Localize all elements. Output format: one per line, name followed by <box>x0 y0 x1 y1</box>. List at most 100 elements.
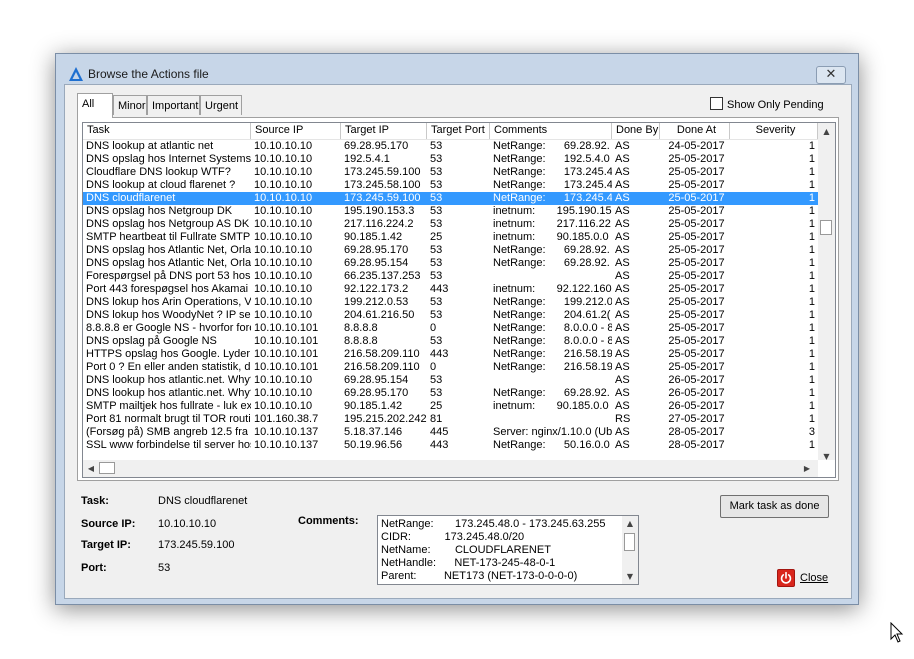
actions-window: Browse the Actions file ✕ All Minor Impo… <box>55 53 859 605</box>
comments-label: Comments: <box>298 515 359 527</box>
column-header-target-ip[interactable]: Target IP <box>341 123 427 139</box>
target-ip-cell: 50.19.96.56 <box>344 439 403 451</box>
column-header-target-port[interactable]: Target Port <box>427 123 490 139</box>
window-close-button[interactable]: ✕ <box>816 66 846 84</box>
table-row[interactable]: DNS lookup hos atlantic.net. Why? 10.10.1… <box>83 387 818 400</box>
task-cell: DNS opslag hos Atlantic Net, Orlan <box>86 244 251 256</box>
table-row[interactable]: Port 0 ? En eller anden statistik, de 10.… <box>83 361 818 374</box>
scroll-down-icon[interactable]: ▼ <box>625 572 635 581</box>
target-port-cell: 25 <box>430 400 443 412</box>
severity-cell: 1 <box>808 140 815 152</box>
column-header-done-by[interactable]: Done By <box>612 123 660 139</box>
table-row[interactable]: Cloudflare DNS lookup WTF? 10.10.10.10 173… <box>83 166 818 179</box>
comments-scroll-thumb[interactable] <box>624 533 635 551</box>
column-header-severity[interactable]: Severity <box>730 123 818 139</box>
table-row[interactable]: 8.8.8.8 er Google NS - hvorfor fore 10.10… <box>83 322 818 335</box>
scroll-down-icon[interactable]: ▼ <box>821 452 832 461</box>
task-cell: DNS opslag hos Netgroup DK <box>86 205 233 217</box>
table-row[interactable]: DNS lokup hos WoodyNet ? IP ser 10.10.10.… <box>83 309 818 322</box>
column-header-comments[interactable]: Comments <box>490 123 612 139</box>
task-cell: Port 81 normalt brugt til TOR routin <box>86 413 251 425</box>
horizontal-scroll-thumb[interactable] <box>99 462 115 474</box>
table-row[interactable]: DNS cloudflarenet 10.10.10.10 173.245.59.1… <box>83 192 818 205</box>
title-bar[interactable]: Browse the Actions file ✕ <box>56 54 858 88</box>
table-row[interactable]: DNS opslag hos Netgroup AS DK 10.10.10.10… <box>83 218 818 231</box>
close-button[interactable]: Close <box>777 567 833 589</box>
comments-scrollbar[interactable]: ▲ ▼ <box>622 516 638 584</box>
comments-textbox[interactable]: NetRange: 173.245.48.0 - 173.245.63.255 … <box>377 515 639 585</box>
table-row[interactable]: SSL www forbindelse til server hos 10.10.… <box>83 439 818 452</box>
done-by-cell: AS <box>615 179 630 191</box>
mark-task-done-button[interactable]: Mark task as done <box>720 495 829 518</box>
task-label: Task: <box>81 495 109 507</box>
table-row[interactable]: (Forsøg på) SMB angreb 12.5 fra m 10.10.1… <box>83 426 818 439</box>
done-by-cell: AS <box>615 296 630 308</box>
source-ip-cell: 10.10.10.10 <box>254 179 313 191</box>
table-row[interactable]: DNS lookup at cloud flarenet ? 10.10.10.1… <box>83 179 818 192</box>
table-row[interactable]: DNS opslag hos Internet Systems C 10.10.1… <box>83 153 818 166</box>
table-row[interactable]: SMTP mailtjek hos fullrate - luk exc 10.1… <box>83 400 818 413</box>
scroll-left-icon[interactable]: ◀ <box>86 464 96 473</box>
target-ip-cell: 173.245.58.100 <box>344 179 421 191</box>
task-cell: SMTP heartbeat til Fullrate SMTP s <box>86 231 251 243</box>
table-row[interactable]: Port 81 normalt brugt til TOR routin 101.… <box>83 413 818 426</box>
done-at-cell: 25-05-2017 <box>668 309 725 321</box>
list-vertical-scrollbar[interactable]: ▲ ▼ <box>818 123 835 461</box>
close-button-label: Close <box>800 572 829 584</box>
source-ip-cell: 10.10.10.101 <box>254 335 319 347</box>
scroll-up-icon[interactable]: ▲ <box>821 127 832 136</box>
table-row[interactable]: DNS lokup hos Arin Operations, VA 10.10.1… <box>83 296 818 309</box>
table-row[interactable]: DNS lookup hos atlantic.net. Why? 10.10.1… <box>83 374 818 387</box>
done-by-cell: AS <box>615 166 630 178</box>
done-at-cell: 25-05-2017 <box>668 231 725 243</box>
table-row[interactable]: DNS opslag hos Atlantic Net, Orlan 10.10.… <box>83 257 818 270</box>
target-ip-cell: 69.28.95.170 <box>344 387 409 399</box>
severity-cell: 1 <box>808 348 815 360</box>
table-row[interactable]: HTTPS opslag hos Google. Lyder l 10.10.10… <box>83 348 818 361</box>
tab-minor[interactable]: Minor <box>113 95 147 115</box>
comments-cell: NetRange: 69.28.92. <box>493 387 610 399</box>
show-only-pending-checkbox[interactable]: Show Only Pending <box>710 97 824 111</box>
target-ip-cell: 69.28.95.170 <box>344 244 409 256</box>
vertical-scroll-thumb[interactable] <box>820 220 832 235</box>
target-ip-cell: 195.190.153.3 <box>344 205 415 217</box>
target-port-cell: 53 <box>430 374 443 386</box>
window-title: Browse the Actions file <box>88 67 209 81</box>
tab-important[interactable]: Important <box>147 95 200 115</box>
severity-cell: 1 <box>808 361 815 373</box>
table-row[interactable]: DNS opslag hos Atlantic Net, Orlan 10.10.… <box>83 244 818 257</box>
show-only-pending-label: Show Only Pending <box>727 99 824 111</box>
source-ip-cell: 10.10.10.137 <box>254 426 319 438</box>
comments-cell: NetRange: 69.28.92. <box>493 140 610 152</box>
table-row[interactable]: Port 443 forespøgsel hos Akamai (E 10.10.… <box>83 283 818 296</box>
target-port-cell: 443 <box>430 439 449 451</box>
done-by-cell: AS <box>615 140 630 152</box>
severity-cell: 1 <box>808 322 815 334</box>
source-ip-cell: 10.10.10.10 <box>254 387 313 399</box>
checkbox-box[interactable] <box>710 97 723 110</box>
column-header-task[interactable]: Task <box>83 123 251 139</box>
tab-all[interactable]: All <box>77 93 113 118</box>
source-ip-cell: 10.10.10.10 <box>254 192 313 204</box>
column-header-done-at[interactable]: Done At <box>660 123 730 139</box>
list-horizontal-scrollbar[interactable]: ◀ ▶ <box>83 460 818 477</box>
table-row[interactable]: Forespørgsel på DNS port 53 hos A 10.10.1… <box>83 270 818 283</box>
tab-urgent[interactable]: Urgent <box>200 95 242 115</box>
column-header-source-ip[interactable]: Source IP <box>251 123 341 139</box>
actions-list[interactable]: Task Source IP Target IP Target Port Com… <box>82 122 836 478</box>
target-port-cell: 53 <box>430 335 443 347</box>
table-row[interactable]: DNS opslag hos Netgroup DK 10.10.10.10 195… <box>83 205 818 218</box>
scroll-up-icon[interactable]: ▲ <box>625 519 635 528</box>
app-logo-icon <box>69 67 83 81</box>
task-cell: DNS opslag hos Netgroup AS DK <box>86 218 250 230</box>
table-row[interactable]: DNS opslag på Google NS 10.10.10.101 8.8.8… <box>83 335 818 348</box>
done-by-cell: RS <box>615 413 631 425</box>
table-row[interactable]: DNS lookup at atlantic net 10.10.10.10 69.… <box>83 140 818 153</box>
table-row[interactable]: SMTP heartbeat til Fullrate SMTP s 10.10.… <box>83 231 818 244</box>
done-by-cell: AS <box>615 439 630 451</box>
list-header: Task Source IP Target IP Target Port Com… <box>83 123 818 140</box>
target-port-cell: 0 <box>430 322 437 334</box>
scroll-right-icon[interactable]: ▶ <box>802 464 812 473</box>
task-cell: (Forsøg på) SMB angreb 12.5 fra m <box>86 426 251 438</box>
target-ip-cell: 92.122.173.2 <box>344 283 409 295</box>
